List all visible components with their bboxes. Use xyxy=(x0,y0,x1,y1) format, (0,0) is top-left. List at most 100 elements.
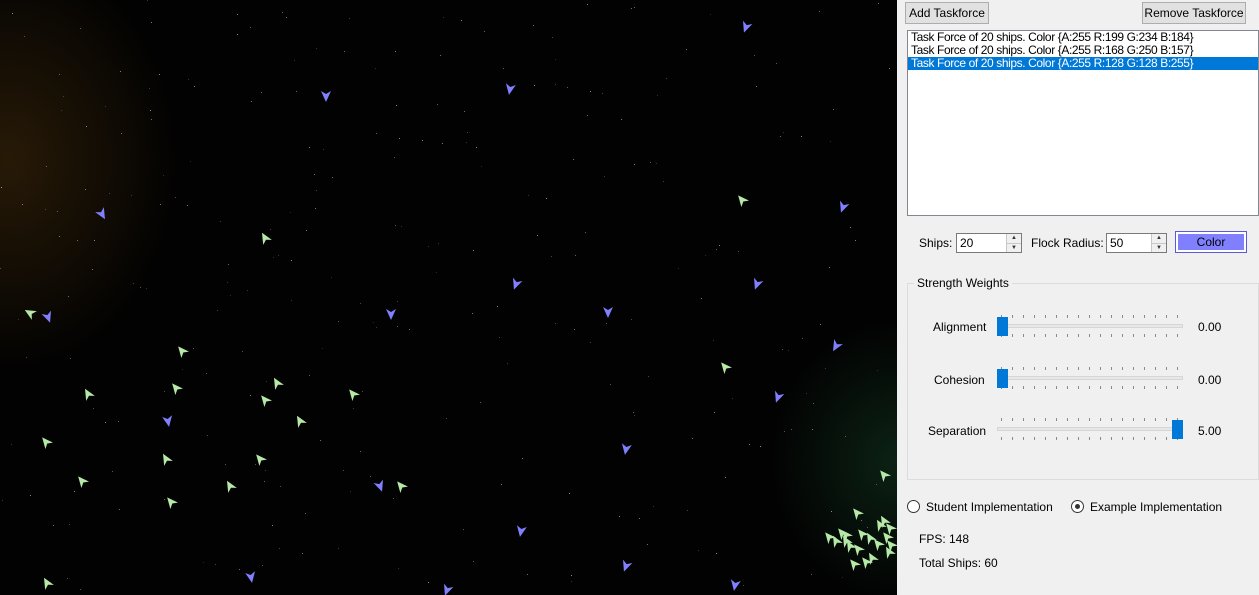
star xyxy=(801,136,802,137)
star xyxy=(497,306,498,307)
example-implementation-label[interactable]: Example Implementation xyxy=(1090,500,1222,514)
star xyxy=(278,255,279,256)
student-implementation-radio[interactable] xyxy=(907,500,920,513)
star xyxy=(151,119,152,120)
star xyxy=(251,101,252,102)
star xyxy=(343,470,344,471)
star xyxy=(877,370,878,371)
ships-down-arrow-icon[interactable]: ▼ xyxy=(1007,243,1021,252)
cohesion-value: 0.00 xyxy=(1198,373,1222,387)
cohesion-slider[interactable] xyxy=(997,365,1183,391)
star xyxy=(160,204,161,205)
star xyxy=(163,175,164,176)
star xyxy=(207,435,208,436)
star xyxy=(634,415,635,416)
example-implementation-radio[interactable] xyxy=(1071,500,1084,513)
star xyxy=(647,544,648,545)
separation-slider[interactable] xyxy=(997,416,1183,442)
star xyxy=(45,209,46,210)
star xyxy=(633,412,634,413)
star xyxy=(436,272,437,273)
star xyxy=(120,71,121,72)
star xyxy=(653,506,654,507)
star xyxy=(190,161,191,162)
star xyxy=(22,204,23,205)
color-button[interactable]: Color xyxy=(1175,231,1247,253)
star xyxy=(754,55,755,56)
star xyxy=(397,301,398,302)
star xyxy=(69,524,70,525)
star xyxy=(370,476,371,477)
alignment-label: Alignment xyxy=(933,320,987,334)
ship-blue-icon xyxy=(750,277,764,291)
star xyxy=(783,132,784,133)
star xyxy=(833,109,834,110)
star xyxy=(206,373,207,374)
star xyxy=(322,348,323,349)
ship-green-icon xyxy=(169,381,183,395)
star xyxy=(716,553,717,554)
separation-label: Separation xyxy=(928,424,987,438)
star xyxy=(396,105,397,106)
flock-radius-stepper[interactable]: ▲ ▼ xyxy=(1106,233,1167,253)
separation-slider-thumb[interactable] xyxy=(1172,420,1183,439)
ship-green-icon xyxy=(23,306,37,320)
star xyxy=(855,240,856,241)
star xyxy=(446,418,447,419)
ship-blue-icon xyxy=(601,305,615,319)
star xyxy=(621,119,622,120)
star xyxy=(780,136,781,137)
star xyxy=(743,585,744,586)
star xyxy=(687,510,688,511)
add-taskforce-button[interactable]: Add Taskforce xyxy=(905,2,989,24)
student-implementation-label[interactable]: Student Implementation xyxy=(926,500,1053,514)
fps-counter: FPS: 148 xyxy=(919,532,970,546)
star xyxy=(80,589,81,590)
star xyxy=(819,11,820,12)
cohesion-slider-thumb[interactable] xyxy=(997,369,1008,388)
remove-taskforce-button[interactable]: Remove Taskforce xyxy=(1142,2,1246,24)
ship-blue-icon xyxy=(373,479,387,493)
star xyxy=(309,147,310,148)
star xyxy=(46,166,47,167)
star xyxy=(476,147,477,148)
taskforce-list[interactable]: Task Force of 20 ships. Color {A:255 R:1… xyxy=(907,30,1259,216)
star xyxy=(30,495,31,496)
star xyxy=(70,358,71,359)
star xyxy=(428,246,429,247)
star xyxy=(227,282,228,283)
star xyxy=(61,110,62,111)
star xyxy=(270,229,271,230)
star xyxy=(813,403,814,404)
star xyxy=(573,159,574,160)
ships-up-arrow-icon[interactable]: ▲ xyxy=(1007,234,1021,243)
star xyxy=(63,96,64,97)
star xyxy=(261,92,262,93)
star xyxy=(279,548,280,549)
star xyxy=(528,195,529,196)
star xyxy=(569,493,570,494)
alignment-slider-thumb[interactable] xyxy=(997,317,1008,336)
alignment-slider[interactable] xyxy=(997,313,1183,339)
star xyxy=(286,17,287,18)
ship-green-icon xyxy=(850,506,864,520)
star xyxy=(571,581,572,582)
taskforce-item-selected[interactable]: Task Force of 20 ships. Color {A:255 R:1… xyxy=(908,57,1258,70)
ships-stepper[interactable]: ▲ ▼ xyxy=(956,233,1022,253)
flock-radius-down-arrow-icon[interactable]: ▼ xyxy=(1152,243,1166,252)
ship-blue-icon xyxy=(319,89,333,103)
star xyxy=(146,288,147,289)
star xyxy=(567,87,568,88)
flock-radius-up-arrow-icon[interactable]: ▲ xyxy=(1152,234,1166,243)
star xyxy=(109,193,110,194)
star xyxy=(151,22,152,23)
star xyxy=(657,95,658,96)
star xyxy=(291,260,292,261)
star xyxy=(182,369,183,370)
star xyxy=(302,553,303,554)
star xyxy=(92,269,93,270)
star xyxy=(194,86,195,87)
ship-blue-icon xyxy=(440,583,454,595)
star xyxy=(59,74,60,75)
simulation-viewport[interactable] xyxy=(0,0,897,595)
